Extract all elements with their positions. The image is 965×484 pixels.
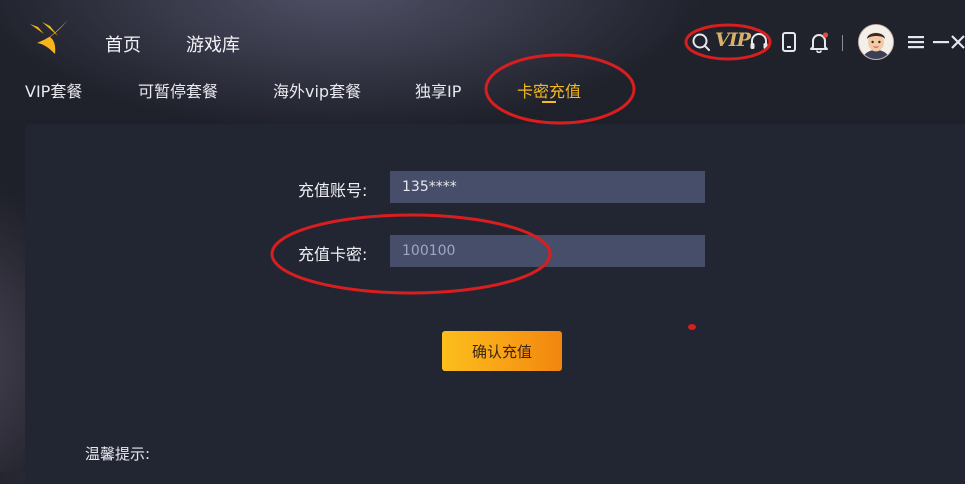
menu-icon[interactable] [903, 29, 929, 55]
tips-title: 温馨提示: [85, 445, 151, 463]
tab-exclusive-ip[interactable]: 独享IP [415, 78, 461, 102]
account-input[interactable] [390, 171, 705, 203]
tab-pausable-package[interactable]: 可暂停套餐 [138, 78, 218, 102]
bell-icon[interactable] [806, 29, 832, 55]
nav-game-library[interactable]: 游戏库 [186, 31, 240, 57]
account-label: 充值账号: [298, 181, 368, 200]
search-icon[interactable] [688, 29, 714, 55]
close-icon[interactable] [951, 29, 965, 55]
tab-card-recharge[interactable]: 卡密充值 [517, 78, 581, 102]
vip-badge[interactable]: VIP [715, 29, 751, 51]
card-pin-input[interactable] [390, 235, 705, 267]
tab-vip-package[interactable]: VIP套餐 [25, 78, 82, 102]
card-pin-label: 充值卡密: [298, 245, 368, 264]
nav-home[interactable]: 首页 [105, 31, 141, 57]
tab-overseas-vip-package[interactable]: 海外vip套餐 [273, 78, 361, 102]
header-divider [842, 35, 843, 51]
phone-icon[interactable] [776, 29, 802, 55]
headset-icon[interactable] [746, 29, 772, 55]
confirm-recharge-button[interactable]: 确认充值 [442, 331, 562, 371]
active-tab-indicator [542, 101, 556, 103]
avatar[interactable] [858, 24, 894, 60]
logo-icon [30, 20, 68, 54]
